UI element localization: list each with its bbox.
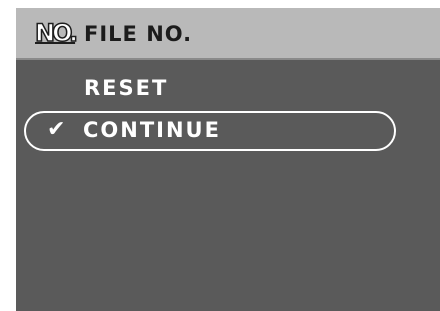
file-number-icon: NO. <box>34 18 79 48</box>
menu-title: FILE NO. <box>84 22 193 46</box>
menu-item-label: CONTINUE <box>83 118 221 142</box>
camera-menu-screen: NO. FILE NO. RESET ✔ CONTINUE <box>16 8 440 311</box>
menu-item-continue[interactable]: ✔ CONTINUE <box>24 111 396 151</box>
menu-item-label: RESET <box>84 76 169 100</box>
check-icon: ✔ <box>47 117 66 142</box>
menu-item-reset[interactable]: RESET <box>24 69 396 109</box>
menu-header: NO. FILE NO. <box>16 8 440 60</box>
